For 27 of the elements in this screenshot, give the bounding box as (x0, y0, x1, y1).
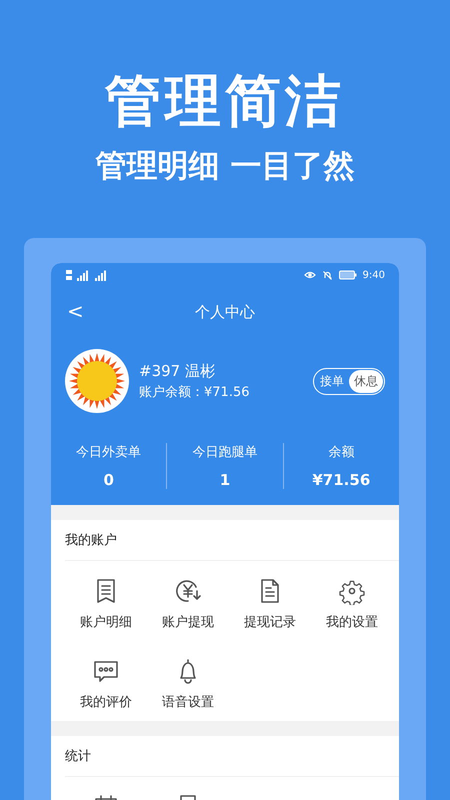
stat-label: 今日跑腿单 (192, 444, 258, 461)
stat-value: ¥71.56 (312, 471, 370, 489)
menu-item[interactable]: 语音设置 (147, 657, 229, 711)
stat-value: 1 (220, 471, 230, 489)
back-button[interactable]: < (63, 299, 88, 323)
battery-icon (338, 270, 357, 280)
menu-item[interactable]: 我的设置 (311, 577, 393, 631)
mode-option[interactable]: 休息 (349, 370, 383, 392)
headline: 管理简洁 (105, 70, 345, 134)
eye-icon (304, 270, 316, 280)
menu-item[interactable]: 账户明细 (65, 577, 147, 631)
subheadline: 管理明细 一目了然 (96, 147, 354, 186)
page-title: 个人中心 (195, 302, 255, 322)
section-title: 统计 (65, 736, 399, 777)
stat-label: 今日外卖单 (76, 444, 142, 461)
courier-name: #397 温彬 (139, 362, 216, 380)
section-title: 我的账户 (65, 520, 399, 561)
stat-label: 余额 (328, 444, 354, 461)
bell-off-icon (322, 270, 333, 280)
stat-value: 0 (103, 471, 114, 489)
status-time: 9:40 (362, 270, 385, 280)
menu-item[interactable]: 我的评价 (65, 657, 147, 711)
mode-option[interactable]: 接单 (315, 370, 349, 392)
sun-avatar (65, 349, 129, 413)
menu-item[interactable]: 账户提现 (147, 577, 229, 631)
menu-item[interactable]: 提现记录 (229, 577, 311, 631)
account-balance: 账户余额：¥71.56 (139, 384, 250, 400)
